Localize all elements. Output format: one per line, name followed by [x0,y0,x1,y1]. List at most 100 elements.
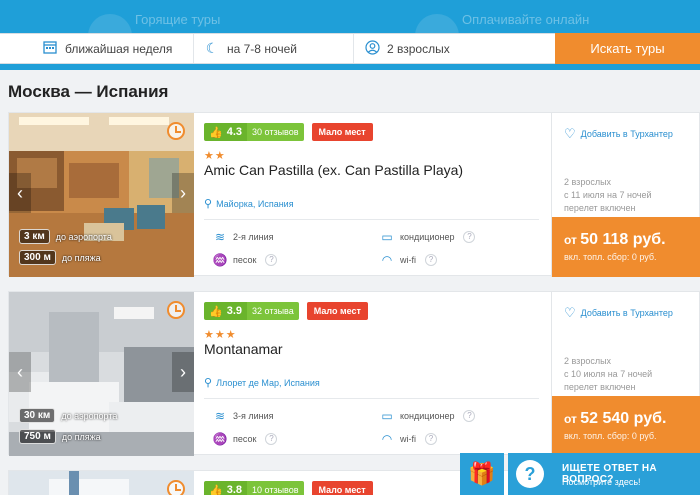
nights-value: на 7-8 ночей [227,41,297,56]
rating-block[interactable]: 👍 3.8 10 отзывов Мало мест [204,481,373,495]
help-widget[interactable]: ? ИЩЕТЕ ОТВЕТ НА ВОПРОС? Посмотрите здес… [508,453,700,495]
rating-value: 3.9 [226,305,242,317]
trip-details: 2 взрослых с 10 июля на 7 ночей перелет … [564,355,652,394]
hotel-location[interactable]: ⚲ Майорка, Испания [204,197,294,210]
distance-airport: 3 км до аэропорта [19,229,112,244]
gift-button[interactable]: 🎁 [460,453,504,495]
distance-airport-label: до аэропорта [55,231,112,242]
rating-value: 4.3 [226,126,242,138]
thumbs-up-icon: 👍 [209,305,223,318]
banner-text-hot-tours: Горящие туры [135,12,221,27]
feature-beach-label: песок [233,255,257,265]
price-value: 52 540 руб. [580,410,667,427]
banner-text-pay-online: Оплачивайте онлайн [462,12,590,27]
pin-icon: ⚲ [204,377,213,389]
info-divider [204,398,539,399]
price-button[interactable]: от 50 118 руб. вкл. топл. сбор: 0 руб. [552,217,700,277]
rating-block[interactable]: 👍 4.3 30 отзывов Мало мест [204,123,373,141]
hotel-photo[interactable] [9,471,194,495]
hotel-photo[interactable]: ‹ › 30 км до аэропорта 750 м до пляжа [9,292,194,456]
reviews-count: 10 отзывов [247,481,304,495]
banner-circle-right [415,14,459,34]
clock-icon [167,301,185,319]
add-to-turhunter-label: Добавить в Турхантер [580,308,673,318]
calendar-icon [42,40,58,57]
moon-icon: ☾ [205,40,219,56]
hotel-info: 👍 3.9 32 отзыва Мало мест ★★★ Montanamar … [204,292,549,456]
price-note: вкл. топл. сбор: 0 руб. [564,252,657,262]
location-text: Ллорет де Мар, Испания [216,377,320,388]
wifi-icon: ◠ [381,432,393,446]
price-note: вкл. топл. сбор: 0 руб. [564,431,657,441]
swimmer-icon: ♒ [212,432,228,446]
price-line: от 50 118 руб. [564,231,700,249]
distance-beach: 750 м до пляжа [19,429,101,444]
feature-wifi: ◠ wi-fi? [379,253,437,267]
price-button[interactable]: от 52 540 руб. вкл. топл. сбор: 0 руб. [552,396,700,456]
route-title: Москва — Испания [8,82,169,101]
hotel-stars: ★★ [204,150,226,162]
distance-beach-value: 300 м [19,250,56,265]
distance-airport-value: 3 км [19,229,50,244]
hotel-side: ♡ Добавить в Турхантер 2 взрослых с 10 ию… [551,292,700,456]
help-icon[interactable]: ? [463,231,476,243]
clock-icon [167,480,185,495]
few-places-badge: Мало мест [311,481,373,495]
prev-photo-arrow[interactable]: ‹ [9,352,31,392]
search-bar: ближайшая неделя ☾ на 7-8 ночей 2 взросл… [0,33,700,64]
feature-beach-label: песок [233,434,257,444]
trip-flight: перелет включен [564,203,636,213]
help-icon[interactable]: ? [425,254,437,266]
waves-icon: ≋ [214,230,226,244]
feature-wifi: ◠ wi-fi? [379,432,437,446]
rating-score: 👍 3.8 [204,481,247,495]
reviews-count: 30 отзывов [247,123,304,141]
heart-icon: ♡ [564,126,576,141]
hotel-name[interactable]: Amic Can Pastilla (ex. Can Pastilla Play… [204,162,463,178]
question-icon: ? [516,460,544,488]
help-icon[interactable]: ? [265,433,278,445]
user-icon [364,39,380,58]
feature-line: ≋ 3-я линия [212,409,274,423]
trip-dates: с 11 июля на 7 ночей [564,190,652,200]
price-value: 50 118 руб. [580,231,666,248]
rating-value: 3.8 [226,484,242,495]
wifi-icon: ◠ [381,253,393,267]
trip-dates: с 10 июля на 7 ночей [564,369,653,379]
hotel-location[interactable]: ⚲ Ллорет де Мар, Испания [204,376,320,389]
divider-strip [0,64,700,70]
prev-photo-arrow[interactable]: ‹ [9,173,31,213]
trip-details: 2 взрослых с 11 июля на 7 ночей перелет … [564,176,652,215]
few-places-badge: Мало мест [306,302,368,320]
tourists-field[interactable]: 2 взрослых [354,34,555,63]
feature-line-label: 3-я линия [233,411,274,421]
distance-beach-value: 750 м [19,429,56,444]
price-line: от 52 540 руб. [564,410,700,428]
hotel-name[interactable]: Montanamar [204,341,283,357]
banner-circle-left [88,14,132,34]
add-to-turhunter[interactable]: ♡ Добавить в Турхантер [564,305,673,321]
rating-score: 👍 3.9 [204,302,247,320]
heart-icon: ♡ [564,305,576,320]
add-to-turhunter[interactable]: ♡ Добавить в Турхантер [564,126,673,142]
distance-beach-label: до пляжа [61,252,101,263]
reviews-count: 32 отзыва [247,302,299,320]
date-value: ближайшая неделя [65,41,173,56]
help-icon[interactable]: ? [265,254,278,266]
help-icon[interactable]: ? [463,410,476,422]
nights-field[interactable]: ☾ на 7-8 ночей [194,34,354,63]
feature-wifi-label: wi-fi [400,434,416,444]
next-photo-arrow[interactable]: › [172,173,194,213]
rating-block[interactable]: 👍 3.9 32 отзыва Мало мест [204,302,368,320]
trip-tourists: 2 взрослых [564,177,612,187]
feature-beach: ♒ песок? [212,253,278,267]
feature-ac: ▭ кондиционер? [379,409,476,423]
date-field[interactable]: ближайшая неделя [0,34,194,63]
add-to-turhunter-label: Добавить в Турхантер [580,129,673,139]
search-tours-button[interactable]: Искать туры [555,33,700,64]
few-places-badge: Мало мест [311,123,373,141]
next-photo-arrow[interactable]: › [172,352,194,392]
help-icon[interactable]: ? [425,433,437,445]
hotel-info: 👍 4.3 30 отзывов Мало мест ★★ Amic Can Pa… [204,113,549,277]
hotel-photo[interactable]: ‹ › 3 км до аэропорта 300 м до пляжа [9,113,194,277]
